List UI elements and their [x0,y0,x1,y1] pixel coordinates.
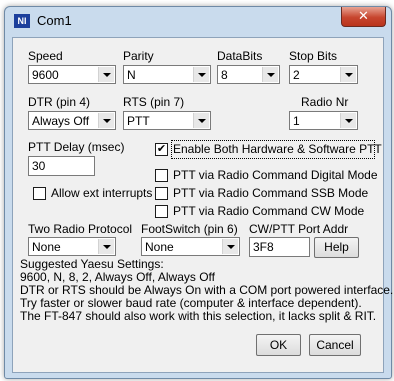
chevron-down-icon[interactable] [262,67,278,82]
footswitch-select[interactable]: None [141,237,240,256]
footswitch-label: FootSwitch (pin 6) [141,222,238,236]
cw-ptt-port-addr-value: 3F8 [253,240,274,254]
parity-select[interactable]: N [123,65,211,84]
radio-nr-value: 1 [293,114,300,128]
close-icon: ✕ [358,8,369,23]
ptt-ssb-checkbox[interactable] [155,187,168,200]
app-icon: NI [14,14,30,28]
enable-both-ptt-label[interactable]: Enable Both Hardware & Software PTT [173,142,382,156]
ptt-delay-value: 30 [32,159,46,173]
dtr-value: Always Off [32,114,90,128]
checkmark-icon: ✔ [156,143,167,155]
close-button[interactable]: ✕ [341,7,386,27]
two-radio-protocol-value: None [32,240,61,254]
speed-select[interactable]: 9600 [28,65,116,84]
chevron-down-icon[interactable] [222,239,238,254]
speed-label: Speed [28,49,63,63]
rts-label: RTS (pin 7) [123,95,185,109]
ptt-cw-label[interactable]: PTT via Radio Command CW Mode [173,204,364,218]
allow-ext-interrupts-checkbox[interactable] [33,187,46,200]
chevron-down-icon[interactable] [98,113,114,128]
cw-ptt-port-addr-label: CW/PTT Port Addr [249,222,349,236]
databits-label: DataBits [217,49,263,63]
chevron-down-icon[interactable] [340,67,356,82]
radio-nr-label: Radio Nr [301,95,349,109]
title-bar[interactable]: NI Com1 ✕ [5,7,391,33]
chevron-down-icon[interactable] [193,67,209,82]
databits-value: 8 [221,68,228,82]
chevron-down-icon[interactable] [98,239,114,254]
rts-value: PTT [127,114,150,128]
footswitch-value: None [145,240,174,254]
databits-select[interactable]: 8 [217,65,280,84]
dtr-select[interactable]: Always Off [28,111,116,130]
cancel-button[interactable]: Cancel [309,334,361,356]
ptt-digital-checkbox[interactable] [155,169,168,182]
speed-value: 9600 [32,68,59,82]
dialog-body: Speed 9600 Parity N DataBits 8 Stop Bits… [12,37,393,373]
dtr-label: DTR (pin 4) [28,95,91,109]
chevron-down-icon[interactable] [340,113,356,128]
two-radio-protocol-select[interactable]: None [28,237,116,256]
stopbits-label: Stop Bits [289,49,338,63]
parity-label: Parity [123,49,154,63]
info-line: The FT-847 should also work with this se… [20,309,377,323]
ptt-delay-label: PTT Delay (msec) [28,140,125,154]
stopbits-value: 2 [293,68,300,82]
allow-ext-interrupts-label[interactable]: Allow ext interrupts [51,186,152,200]
suggested-settings-text: Suggested Yaesu Settings: 9600, N, 8, 2,… [20,258,393,323]
ptt-cw-checkbox[interactable] [155,205,168,218]
radio-nr-select[interactable]: 1 [289,111,358,130]
help-button[interactable]: Help [314,237,359,258]
cw-ptt-port-addr-input[interactable]: 3F8 [249,237,310,257]
stopbits-select[interactable]: 2 [289,65,358,84]
com1-dialog-window: NI Com1 ✕ Speed 9600 Parity N DataBits 8… [4,6,393,379]
two-radio-protocol-label: Two Radio Protocol [28,222,133,236]
ptt-ssb-label[interactable]: PTT via Radio Command SSB Mode [173,186,368,200]
ptt-delay-input[interactable]: 30 [28,156,95,176]
enable-both-ptt-checkbox[interactable]: ✔ [155,143,168,156]
chevron-down-icon[interactable] [98,67,114,82]
ok-button[interactable]: OK [256,334,301,356]
ptt-digital-label[interactable]: PTT via Radio Command Digital Mode [173,168,378,182]
window-title: Com1 [37,13,72,28]
rts-select[interactable]: PTT [123,111,211,130]
parity-value: N [127,68,136,82]
chevron-down-icon[interactable] [193,113,209,128]
